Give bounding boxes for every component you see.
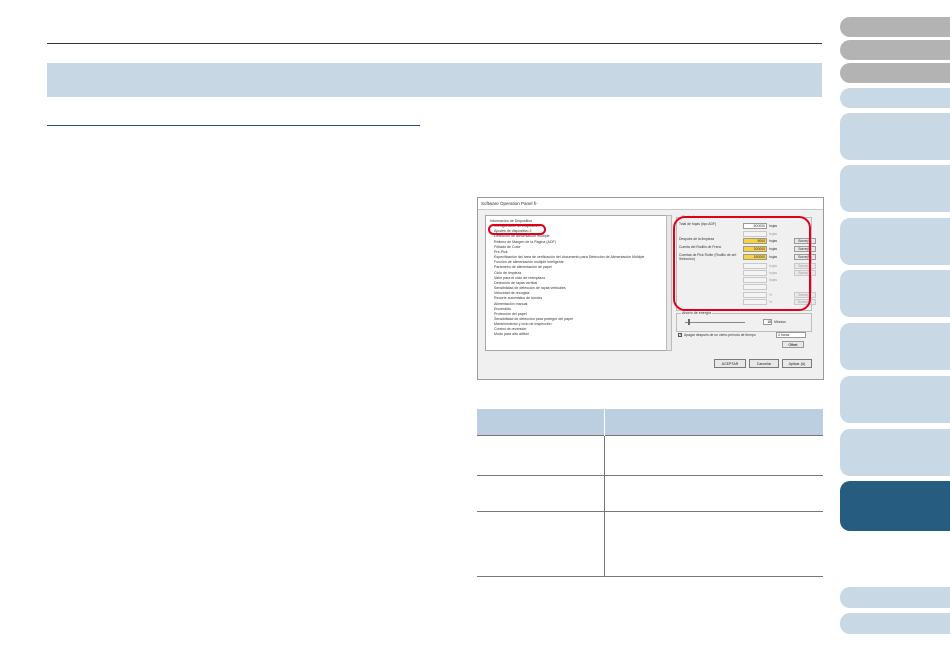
nav-tab-2[interactable]: [840, 40, 950, 60]
section-header-band: [47, 63, 822, 97]
table-cell: [604, 435, 823, 476]
nav-tab-6[interactable]: [840, 165, 950, 212]
dialog-title: Software Operation Panel fi-: [478, 198, 823, 210]
settings-table: [477, 409, 823, 577]
table-cell: [477, 511, 605, 577]
auto-power-off-label: Apagar después de un cierto período de t…: [684, 333, 756, 337]
nav-tab-8[interactable]: [840, 270, 950, 317]
offset-button[interactable]: Offset: [782, 341, 804, 348]
table-header-cell: [477, 409, 605, 436]
tree-item[interactable]: Modo para alto altitud: [490, 332, 666, 337]
table-cell: [604, 511, 823, 577]
tree-scrollbar[interactable]: [666, 215, 672, 351]
nav-tab-10[interactable]: [840, 376, 950, 423]
auto-power-off-select[interactable]: 4 horas: [776, 332, 806, 338]
power-saving-slider-track[interactable]: [685, 322, 745, 323]
table-cell: [604, 475, 823, 512]
nav-tab-4[interactable]: [840, 88, 950, 108]
subsection-rule: [47, 125, 420, 126]
power-group-label: Ahorro de energía: [681, 311, 712, 315]
cancel-button[interactable]: Cancelar: [749, 359, 779, 368]
nav-tab-13[interactable]: [840, 587, 950, 608]
power-saving-group: Ahorro de energía 15 Minutos: [676, 311, 812, 332]
table-cell: [477, 435, 605, 476]
annotation-oval-tree-item: [488, 224, 546, 235]
power-saving-unit: Minutos: [774, 320, 786, 324]
auto-power-off-row: ✓ Apagar después de un cierto período de…: [678, 332, 810, 340]
nav-tab-14[interactable]: [840, 613, 950, 634]
nav-tab-11[interactable]: [840, 429, 950, 476]
settings-tree[interactable]: Información de Dispositivo Configuración …: [485, 215, 667, 351]
nav-tab-9[interactable]: [840, 323, 950, 370]
table-header-cell: [604, 409, 823, 436]
apply-button[interactable]: Aplicar (A): [782, 359, 812, 368]
power-saving-value: 15: [763, 319, 772, 325]
ok-button[interactable]: ACEPTAR: [714, 359, 746, 368]
software-operation-panel-screenshot: Software Operation Panel fi- Información…: [477, 197, 824, 380]
nav-tab-12-active[interactable]: [840, 481, 950, 531]
nav-tab-5[interactable]: [840, 113, 950, 160]
auto-power-off-checkbox[interactable]: ✓: [678, 333, 682, 337]
nav-tab-7[interactable]: [840, 218, 950, 265]
nav-tab-3[interactable]: [840, 63, 950, 83]
table-cell: [477, 475, 605, 512]
nav-tab-1[interactable]: [840, 17, 950, 37]
annotation-oval-counter: [673, 216, 811, 311]
top-rule: [47, 43, 822, 44]
power-saving-slider-handle[interactable]: [688, 319, 690, 325]
